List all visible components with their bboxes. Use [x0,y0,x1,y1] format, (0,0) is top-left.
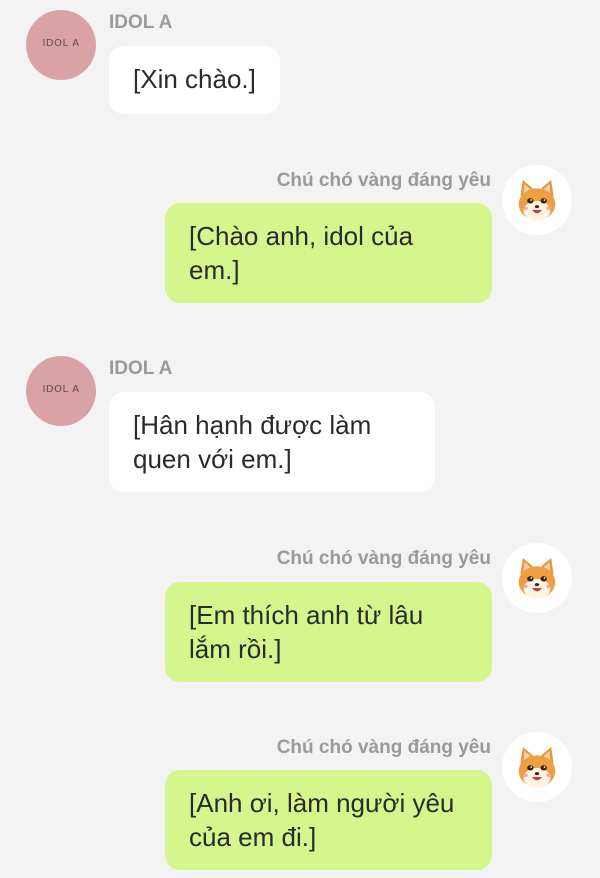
avatar[interactable]: IDOL A [26,10,96,80]
sender-name: IDOL A [109,12,173,33]
message-bubble[interactable]: [Chào anh, idol của em.] [165,203,492,303]
message-bubble[interactable]: [Xin chào.] [109,46,280,114]
sender-name: Chú chó vàng đáng yêu [276,548,491,569]
message-bubble[interactable]: [Em thích anh từ lâu lắm rồi.] [165,582,492,682]
message-bubble[interactable]: [Hân hạnh được làm quen với em.] [109,392,435,492]
avatar[interactable] [502,165,572,235]
sender-name: IDOL A [109,358,173,379]
shiba-dog-icon [512,553,562,603]
avatar-label: IDOL A [42,38,80,49]
avatar-label: IDOL A [42,384,80,395]
message-bubble[interactable]: [Anh ơi, làm người yêu của em đi.] [165,770,492,870]
avatar[interactable] [502,732,572,802]
shiba-dog-icon [512,175,562,225]
avatar[interactable]: IDOL A [26,356,96,426]
sender-name: Chú chó vàng đáng yêu [276,170,491,191]
sender-name: Chú chó vàng đáng yêu [276,737,491,758]
avatar[interactable] [502,543,572,613]
shiba-dog-icon [512,742,562,792]
